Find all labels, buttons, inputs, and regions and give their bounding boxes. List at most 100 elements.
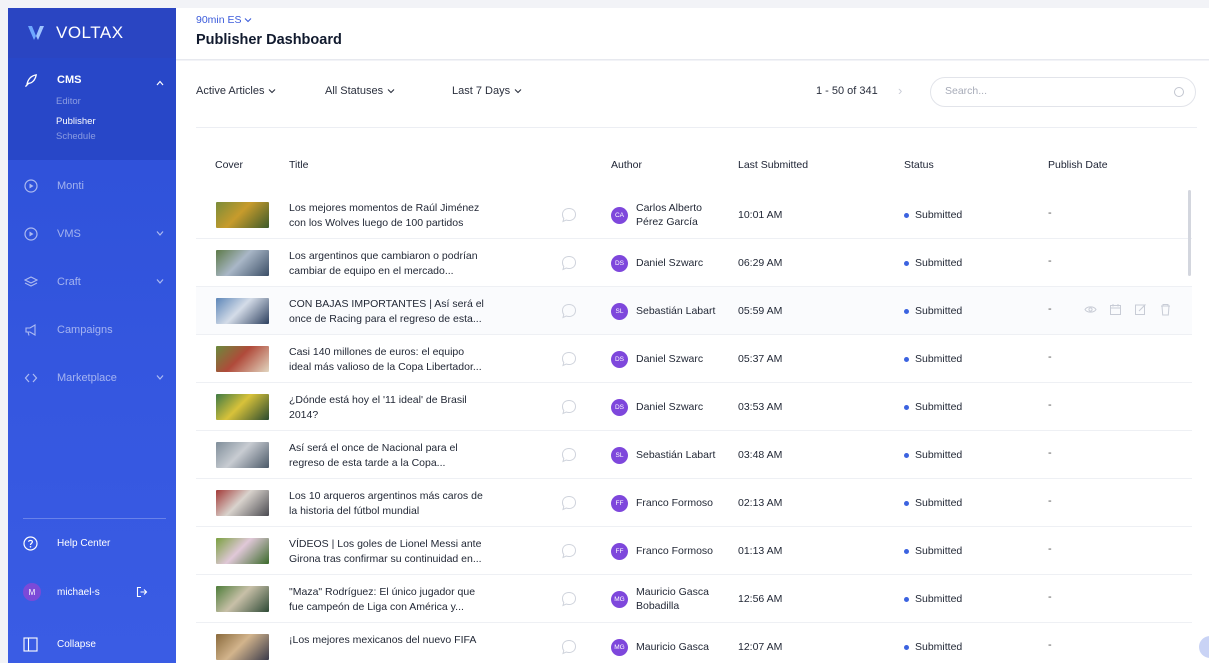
sidebar-item-craft[interactable]: Craft — [8, 266, 176, 298]
column-header-author[interactable]: Author — [611, 159, 642, 171]
column-header-last-submitted[interactable]: Last Submitted — [738, 159, 808, 171]
article-cover-thumbnail — [216, 490, 269, 516]
sidebar-item-monti[interactable]: Monti — [8, 170, 176, 202]
article-cover-thumbnail — [216, 202, 269, 228]
article-title[interactable]: Los argentinos que cambiaron o podrían c… — [289, 249, 524, 279]
articles-filter-dropdown[interactable]: Active Articles — [196, 85, 276, 97]
column-header-publish-date[interactable]: Publish Date — [1048, 159, 1108, 171]
article-title[interactable]: Casi 140 millones de euros: el equipo id… — [289, 345, 524, 375]
date-range-dropdown[interactable]: Last 7 Days — [452, 85, 522, 97]
status-dot — [904, 548, 909, 554]
article-title[interactable]: ¡Los mejores mexicanos del nuevo FIFA — [289, 633, 524, 648]
chevron-down-icon — [245, 18, 252, 23]
sidebar-item-cms[interactable]: CMS — [8, 68, 176, 92]
filter-label: Last 7 Days — [452, 85, 511, 97]
comment-icon[interactable] — [560, 302, 578, 320]
publish-date: - — [1048, 543, 1052, 555]
main-content: Active Articles All Statuses Last 7 Days… — [176, 61, 1209, 663]
table-row[interactable]: Los 10 arqueros argentinos más caros de … — [196, 479, 1192, 527]
article-title[interactable]: Los mejores momentos de Raúl Jiménez con… — [289, 201, 524, 231]
search-icon[interactable] — [1173, 86, 1185, 98]
table-row[interactable]: ¡Los mejores mexicanos del nuevo FIFA MG… — [196, 623, 1192, 663]
author-avatar: DS — [611, 254, 628, 272]
edit-icon[interactable] — [1134, 303, 1147, 316]
sidebar-item-campaigns[interactable]: Campaigns — [8, 314, 176, 346]
status-label: Submitted — [915, 593, 963, 605]
comment-icon[interactable] — [560, 254, 578, 272]
table-row[interactable]: Así será el once de Nacional para el reg… — [196, 431, 1192, 479]
sidebar-item-vms[interactable]: VMS — [8, 218, 176, 250]
logout-icon[interactable] — [136, 586, 148, 598]
comment-icon[interactable] — [560, 542, 578, 560]
pagination-count: 1 - 50 of 341 — [816, 85, 878, 97]
author-cell: DS Daniel Szwarc — [611, 335, 736, 383]
page-title: Publisher Dashboard — [196, 32, 342, 48]
article-title[interactable]: "Maza" Rodríguez: El único jugador que f… — [289, 585, 524, 615]
author-avatar: DS — [611, 350, 628, 368]
chevron-up-icon[interactable] — [156, 79, 164, 87]
article-title[interactable]: VÍDEOS | Los goles de Lionel Messi ante … — [289, 537, 524, 567]
author-avatar: DS — [611, 398, 628, 416]
last-submitted-time: 01:13 AM — [738, 545, 783, 557]
table-row[interactable]: ¿Dónde está hoy el '11 ideal' de Brasil … — [196, 383, 1192, 431]
article-cover-thumbnail — [216, 442, 269, 468]
chevron-down-icon[interactable] — [156, 277, 164, 285]
comment-icon[interactable] — [560, 446, 578, 464]
article-cover-thumbnail — [216, 634, 269, 660]
status-filter-dropdown[interactable]: All Statuses — [325, 85, 395, 97]
sidebar-item-label: CMS — [57, 74, 82, 86]
publish-date: - — [1048, 591, 1052, 603]
comment-icon[interactable] — [560, 350, 578, 368]
chevron-down-icon[interactable] — [156, 373, 164, 381]
sidebar-subitem-editor[interactable]: Editor — [8, 92, 176, 112]
schedule-icon[interactable] — [1109, 303, 1122, 316]
column-header-status[interactable]: Status — [904, 159, 934, 171]
trash-icon[interactable] — [1159, 303, 1172, 316]
author-name-line2: Bobadilla — [636, 600, 680, 612]
collapse-button[interactable]: Collapse — [8, 630, 176, 658]
brand-logo[interactable]: VOLTAX — [8, 8, 176, 58]
sidebar-item-label: VMS — [57, 228, 81, 240]
author-cell: SL Sebastián Labart — [611, 287, 736, 335]
sidebar-subitem-publisher[interactable]: Publisher — [8, 112, 176, 132]
table-row[interactable]: CON BAJAS IMPORTANTES | Así será el once… — [196, 287, 1192, 335]
status-badge: Submitted — [904, 353, 962, 365]
table-row[interactable]: "Maza" Rodríguez: El único jugador que f… — [196, 575, 1192, 623]
status-badge: Submitted — [904, 593, 962, 605]
user-menu[interactable]: M michael-s — [8, 578, 176, 606]
site-selector[interactable]: 90min ES — [196, 14, 252, 26]
article-title-line: Los 10 arqueros argentinos más caros de — [289, 490, 483, 502]
status-badge: Submitted — [904, 257, 962, 269]
chevron-down-icon[interactable] — [156, 229, 164, 237]
article-title[interactable]: CON BAJAS IMPORTANTES | Así será el once… — [289, 297, 524, 327]
table-row[interactable]: Los mejores momentos de Raúl Jiménez con… — [196, 191, 1192, 239]
status-badge: Submitted — [904, 401, 962, 413]
table-row[interactable]: Los argentinos que cambiaron o podrían c… — [196, 239, 1192, 287]
search-input[interactable] — [945, 85, 1155, 97]
sidebar-subitem-schedule[interactable]: Schedule — [8, 132, 176, 146]
play-circle-icon — [23, 178, 39, 194]
comment-icon[interactable] — [560, 206, 578, 224]
table-row[interactable]: Casi 140 millones de euros: el equipo id… — [196, 335, 1192, 383]
comment-icon[interactable] — [560, 590, 578, 608]
author-name: Sebastián Labart — [636, 305, 716, 317]
help-center-link[interactable]: Help Center — [8, 529, 176, 557]
author-name: Daniel Szwarc — [636, 257, 704, 269]
status-label: Submitted — [915, 401, 963, 413]
table-row[interactable]: VÍDEOS | Los goles de Lionel Messi ante … — [196, 527, 1192, 575]
comment-icon[interactable] — [560, 398, 578, 416]
article-title[interactable]: Los 10 arqueros argentinos más caros de … — [289, 489, 524, 519]
article-title[interactable]: Así será el once de Nacional para el reg… — [289, 441, 524, 471]
comment-icon[interactable] — [560, 494, 578, 512]
article-title-line: "Maza" Rodríguez: El único jugador que — [289, 586, 476, 598]
article-title-line: 2014? — [289, 409, 319, 421]
sidebar-item-marketplace[interactable]: Marketplace — [8, 362, 176, 394]
column-header-title[interactable]: Title — [289, 159, 308, 171]
author-name: Franco Formoso — [636, 545, 714, 557]
article-title[interactable]: ¿Dónde está hoy el '11 ideal' de Brasil … — [289, 393, 524, 423]
preview-eye-icon[interactable] — [1084, 303, 1097, 316]
scrollbar[interactable] — [1188, 190, 1191, 276]
author-cell: DS Daniel Szwarc — [611, 383, 736, 431]
next-page-icon[interactable]: › — [898, 83, 902, 98]
comment-icon[interactable] — [560, 638, 578, 656]
